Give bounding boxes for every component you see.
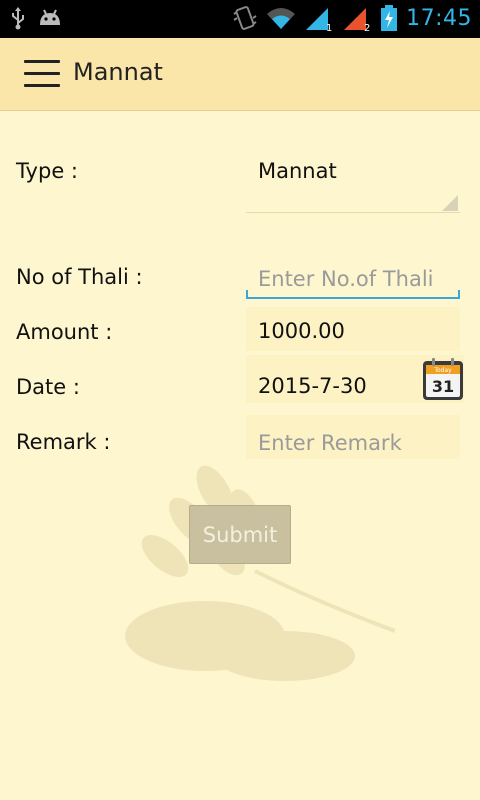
type-spinner[interactable]: Mannat xyxy=(246,151,460,213)
thali-focus-edge-right xyxy=(458,290,460,298)
calendar-icon[interactable]: Today 31 xyxy=(422,357,464,401)
app-title: Mannat xyxy=(73,58,163,86)
vibrate-icon xyxy=(232,4,258,32)
type-value: Mannat xyxy=(258,159,337,183)
calendar-today-text: Today xyxy=(433,367,452,374)
remark-label: Remark : xyxy=(16,430,111,454)
sim1-label: 1 xyxy=(326,23,332,32)
clock: 17:45 xyxy=(406,5,472,31)
sim2-label: 2 xyxy=(364,23,370,32)
amount-value[interactable]: 1000.00 xyxy=(258,319,345,343)
hamburger-menu-icon[interactable] xyxy=(24,60,60,88)
status-right-icons: 1 2 17:45 xyxy=(232,4,472,32)
type-label: Type : xyxy=(16,159,78,183)
form-content: Type : Mannat No of Thali : Amount : 100… xyxy=(0,111,480,800)
signal-sim2-icon: 2 xyxy=(342,4,372,32)
spinner-underline xyxy=(246,212,460,213)
date-label: Date : xyxy=(16,375,80,399)
usb-icon xyxy=(10,6,26,30)
remark-input[interactable] xyxy=(258,429,458,457)
signal-sim1-icon: 1 xyxy=(304,4,334,32)
dropdown-arrow-icon xyxy=(442,195,458,211)
thali-input[interactable] xyxy=(258,265,458,293)
status-bar: 1 2 17:45 xyxy=(0,0,480,38)
amount-label: Amount : xyxy=(16,320,113,344)
status-left-icons xyxy=(10,6,62,30)
wifi-icon xyxy=(266,5,296,31)
battery-charging-icon xyxy=(380,4,398,32)
thali-focus-underline xyxy=(246,297,460,299)
calendar-day-text: 31 xyxy=(432,377,454,396)
thali-label: No of Thali : xyxy=(16,265,143,289)
app-bar: Mannat xyxy=(0,38,480,111)
android-icon xyxy=(38,7,62,29)
date-value[interactable]: 2015-7-30 xyxy=(258,374,367,398)
submit-button[interactable]: Submit xyxy=(189,505,291,564)
